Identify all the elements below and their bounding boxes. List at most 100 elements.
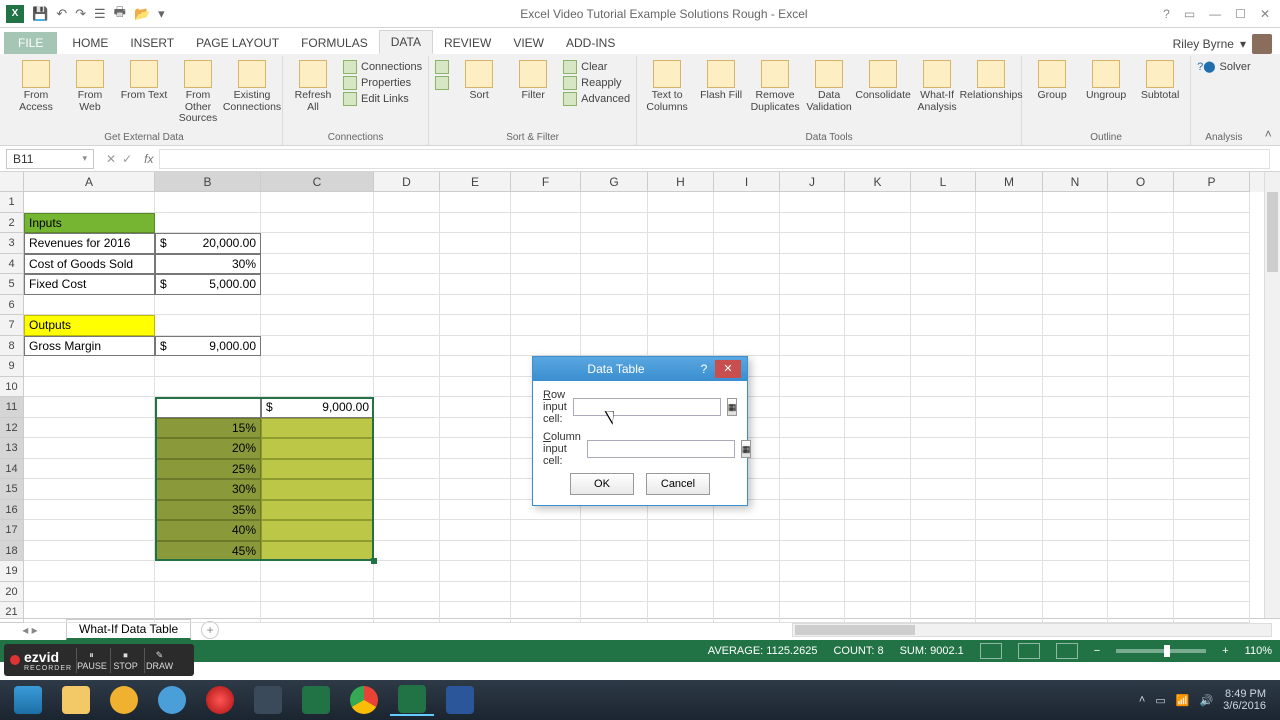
rowhead-12[interactable]: 12 [0,418,24,439]
rowhead-13[interactable]: 13 [0,438,24,459]
tab-insert[interactable]: INSERT [119,32,185,54]
flash-fill-button[interactable]: Flash Fill [697,60,745,102]
cell-K4[interactable] [845,254,911,275]
cell-L21[interactable] [911,602,976,623]
cell-H18[interactable] [648,541,714,562]
refresh-all-button[interactable]: Refresh All [289,60,337,113]
save-icon[interactable]: 💾 [32,6,48,22]
cell-K8[interactable] [845,336,911,357]
cell-A8[interactable]: Gross Margin [24,336,155,357]
file-explorer-button[interactable] [54,684,98,716]
select-all-corner[interactable] [0,172,24,192]
cell-J13[interactable] [780,438,845,459]
cell-J9[interactable] [780,356,845,377]
cell-D12[interactable] [374,418,440,439]
cell-B14[interactable]: 25% [155,459,261,480]
cell-D3[interactable] [374,233,440,254]
cell-C6[interactable] [261,295,374,316]
row-input-cell-field[interactable] [573,398,721,416]
cell-J2[interactable] [780,213,845,234]
cell-F21[interactable] [511,602,581,623]
cell-N16[interactable] [1043,500,1108,521]
cell-M6[interactable] [976,295,1043,316]
cell-L20[interactable] [911,582,976,603]
cell-D5[interactable] [374,274,440,295]
recorder-stop-button[interactable]: ⏹STOP [110,648,140,673]
cell-D8[interactable] [374,336,440,357]
col-ref-picker-icon[interactable]: ▦ [741,440,752,458]
cell-E21[interactable] [440,602,511,623]
cell-L13[interactable] [911,438,976,459]
cell-E17[interactable] [440,520,511,541]
row-ref-picker-icon[interactable]: ▦ [727,398,738,416]
cell-F4[interactable] [511,254,581,275]
cell-P8[interactable] [1174,336,1250,357]
cell-K18[interactable] [845,541,911,562]
rowhead-7[interactable]: 7 [0,315,24,336]
rowhead-20[interactable]: 20 [0,582,24,603]
cell-L15[interactable] [911,479,976,500]
ok-button[interactable]: OK [570,473,634,495]
cell-K5[interactable] [845,274,911,295]
rowhead-9[interactable]: 9 [0,356,24,377]
cell-A2[interactable]: Inputs [24,213,155,234]
tray-network-icon[interactable]: 📶 [1176,694,1190,707]
cell-K21[interactable] [845,602,911,623]
cell-B4[interactable]: 30% [155,254,261,275]
cell-O21[interactable] [1108,602,1174,623]
cell-P18[interactable] [1174,541,1250,562]
cell-O6[interactable] [1108,295,1174,316]
cell-B6[interactable] [155,295,261,316]
cell-H2[interactable] [648,213,714,234]
group-button[interactable]: Group [1028,60,1076,102]
cell-I17[interactable] [714,520,780,541]
cell-M8[interactable] [976,336,1043,357]
cell-L17[interactable] [911,520,976,541]
enter-formula-icon[interactable]: ✓ [122,152,132,166]
cell-L5[interactable] [911,274,976,295]
cell-G21[interactable] [581,602,648,623]
cell-B21[interactable] [155,602,261,623]
cell-I4[interactable] [714,254,780,275]
tab-formulas[interactable]: FORMULAS [290,32,379,54]
cell-A19[interactable] [24,561,155,582]
cell-G17[interactable] [581,520,648,541]
cell-E11[interactable] [440,397,511,418]
relationships-button[interactable]: Relationships [967,60,1015,102]
cell-D17[interactable] [374,520,440,541]
cell-B5[interactable]: $5,000.00 [155,274,261,295]
cell-O12[interactable] [1108,418,1174,439]
tab-data[interactable]: DATA [379,30,433,54]
cell-A21[interactable] [24,602,155,623]
cell-D10[interactable] [374,377,440,398]
cancel-button[interactable]: Cancel [646,473,710,495]
cell-D4[interactable] [374,254,440,275]
cell-P12[interactable] [1174,418,1250,439]
cell-H7[interactable] [648,315,714,336]
colhead-N[interactable]: N [1043,172,1108,192]
cell-P17[interactable] [1174,520,1250,541]
cell-J7[interactable] [780,315,845,336]
cell-J3[interactable] [780,233,845,254]
cell-E13[interactable] [440,438,511,459]
remove-duplicates-button[interactable]: Remove Duplicates [751,60,799,113]
cell-G2[interactable] [581,213,648,234]
cell-K20[interactable] [845,582,911,603]
zoom-level[interactable]: 110% [1245,645,1272,657]
cell-O9[interactable] [1108,356,1174,377]
from-web-button[interactable]: From Web [66,60,114,113]
cell-A18[interactable] [24,541,155,562]
ungroup-button[interactable]: Ungroup [1082,60,1130,102]
colhead-P[interactable]: P [1174,172,1250,192]
cell-C14[interactable] [261,459,374,480]
cell-P4[interactable] [1174,254,1250,275]
cell-E2[interactable] [440,213,511,234]
cell-D9[interactable] [374,356,440,377]
cell-G5[interactable] [581,274,648,295]
cell-O7[interactable] [1108,315,1174,336]
cell-N4[interactable] [1043,254,1108,275]
cell-F17[interactable] [511,520,581,541]
cell-L9[interactable] [911,356,976,377]
dialog-help-icon[interactable]: ? [693,362,715,376]
cell-L16[interactable] [911,500,976,521]
